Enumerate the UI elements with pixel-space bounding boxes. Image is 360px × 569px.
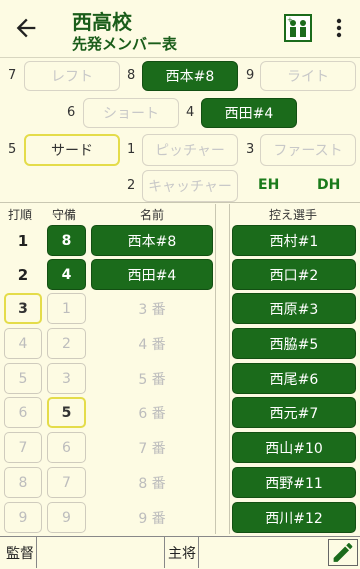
defense-position-cell[interactable]: 2 <box>47 328 86 359</box>
defense-position-cell[interactable]: 3 <box>47 363 86 394</box>
bench-player[interactable]: 西脇#5 <box>232 328 356 359</box>
player-name-cell[interactable]: 8 番 <box>91 467 213 498</box>
position-right-field[interactable]: ライト <box>260 61 356 91</box>
bench-player[interactable]: 西川#12 <box>232 502 356 533</box>
player-name-cell[interactable]: 5 番 <box>91 363 213 394</box>
bench-player[interactable]: 西原#3 <box>232 293 356 324</box>
header-defense: 守備 <box>52 208 77 222</box>
batting-order-cell[interactable]: 5 <box>4 363 42 394</box>
batting-order-cell[interactable]: 6 <box>4 397 42 428</box>
position-first-base[interactable]: ファースト <box>260 134 356 166</box>
arrow-left-icon[interactable] <box>12 14 40 42</box>
bench-player[interactable]: 西尾#6 <box>232 363 356 394</box>
page-title: 西高校 <box>72 10 132 34</box>
player-name-cell[interactable]: 4 番 <box>91 328 213 359</box>
batting-order-cell[interactable]: 9 <box>4 502 42 533</box>
footer-bar: 監督 主将 <box>0 536 360 569</box>
page-subtitle: 先発メンバー表 <box>72 35 178 53</box>
defense-position-cell[interactable]: 9 <box>47 502 86 533</box>
position-number-2: 2 <box>127 178 136 193</box>
defense-position-cell[interactable]: 7 <box>47 467 86 498</box>
pencil-icon <box>333 543 353 562</box>
edit-button[interactable] <box>328 539 358 566</box>
bench-left-border <box>229 204 230 534</box>
position-number-4: 4 <box>186 105 195 120</box>
manager-field[interactable] <box>36 537 164 568</box>
bench-player[interactable]: 西元#7 <box>232 397 356 428</box>
position-number-7: 7 <box>8 68 17 83</box>
position-number-6: 6 <box>67 105 76 120</box>
bench-player[interactable]: 西村#1 <box>232 225 356 256</box>
footer-separator <box>164 537 165 568</box>
defense-position-cell[interactable]: 6 <box>47 432 86 463</box>
defense-position-cell[interactable]: 5 <box>47 397 86 428</box>
batting-order-cell[interactable]: 3 <box>4 293 42 324</box>
dh-label[interactable]: DH <box>317 177 340 193</box>
position-third-base[interactable]: サード <box>24 134 120 166</box>
batting-order-cell[interactable]: 8 <box>4 467 42 498</box>
player-name-cell[interactable]: 9 番 <box>91 502 213 533</box>
team-icon[interactable]: + <box>284 14 312 42</box>
position-number-5: 5 <box>8 142 17 157</box>
manager-label: 監督 <box>6 546 34 562</box>
captain-field[interactable] <box>198 537 326 568</box>
position-second-base[interactable]: 西田#4 <box>201 98 297 128</box>
header-bench: 控え選手 <box>269 208 318 222</box>
batting-order-cell[interactable]: 4 <box>4 328 42 359</box>
defense-position-cell[interactable]: 4 <box>47 259 86 290</box>
more-vert-icon[interactable] <box>330 14 348 42</box>
player-name-cell[interactable]: 3 番 <box>91 293 213 324</box>
batting-order-cell[interactable]: 7 <box>4 432 42 463</box>
eh-label[interactable]: EH <box>258 177 279 193</box>
captain-label: 主将 <box>168 546 196 562</box>
player-name-cell[interactable]: 6 番 <box>91 397 213 428</box>
player-name-cell[interactable]: 西本#8 <box>91 225 213 256</box>
position-left-field[interactable]: レフト <box>24 61 120 91</box>
player-name-cell[interactable]: 7 番 <box>91 432 213 463</box>
position-number-8: 8 <box>127 68 136 83</box>
header-name: 名前 <box>140 208 165 222</box>
position-catcher[interactable]: キャッチャー <box>142 170 238 202</box>
app-bar: 西高校 先発メンバー表 + <box>0 0 360 58</box>
defense-position-cell[interactable]: 1 <box>47 293 86 324</box>
position-center-field[interactable]: 西本#8 <box>142 61 238 91</box>
position-shortstop[interactable]: ショート <box>83 98 179 128</box>
position-number-1: 1 <box>127 142 136 157</box>
player-name-cell[interactable]: 西田#4 <box>91 259 213 290</box>
position-number-9: 9 <box>246 68 255 83</box>
defense-position-cell[interactable]: 8 <box>47 225 86 256</box>
position-number-3: 3 <box>246 142 255 157</box>
batting-order-cell[interactable]: 2 <box>4 259 42 290</box>
batting-order-cell[interactable]: 1 <box>4 225 42 256</box>
header-order: 打順 <box>8 208 33 222</box>
bench-player[interactable]: 西山#10 <box>232 432 356 463</box>
svg-text:+: + <box>287 16 293 24</box>
lineup-bench-separator <box>215 204 216 534</box>
position-pitcher[interactable]: ピッチャー <box>142 134 238 166</box>
section-divider <box>0 202 360 203</box>
bench-player[interactable]: 西野#11 <box>232 467 356 498</box>
bench-player[interactable]: 西口#2 <box>232 259 356 290</box>
